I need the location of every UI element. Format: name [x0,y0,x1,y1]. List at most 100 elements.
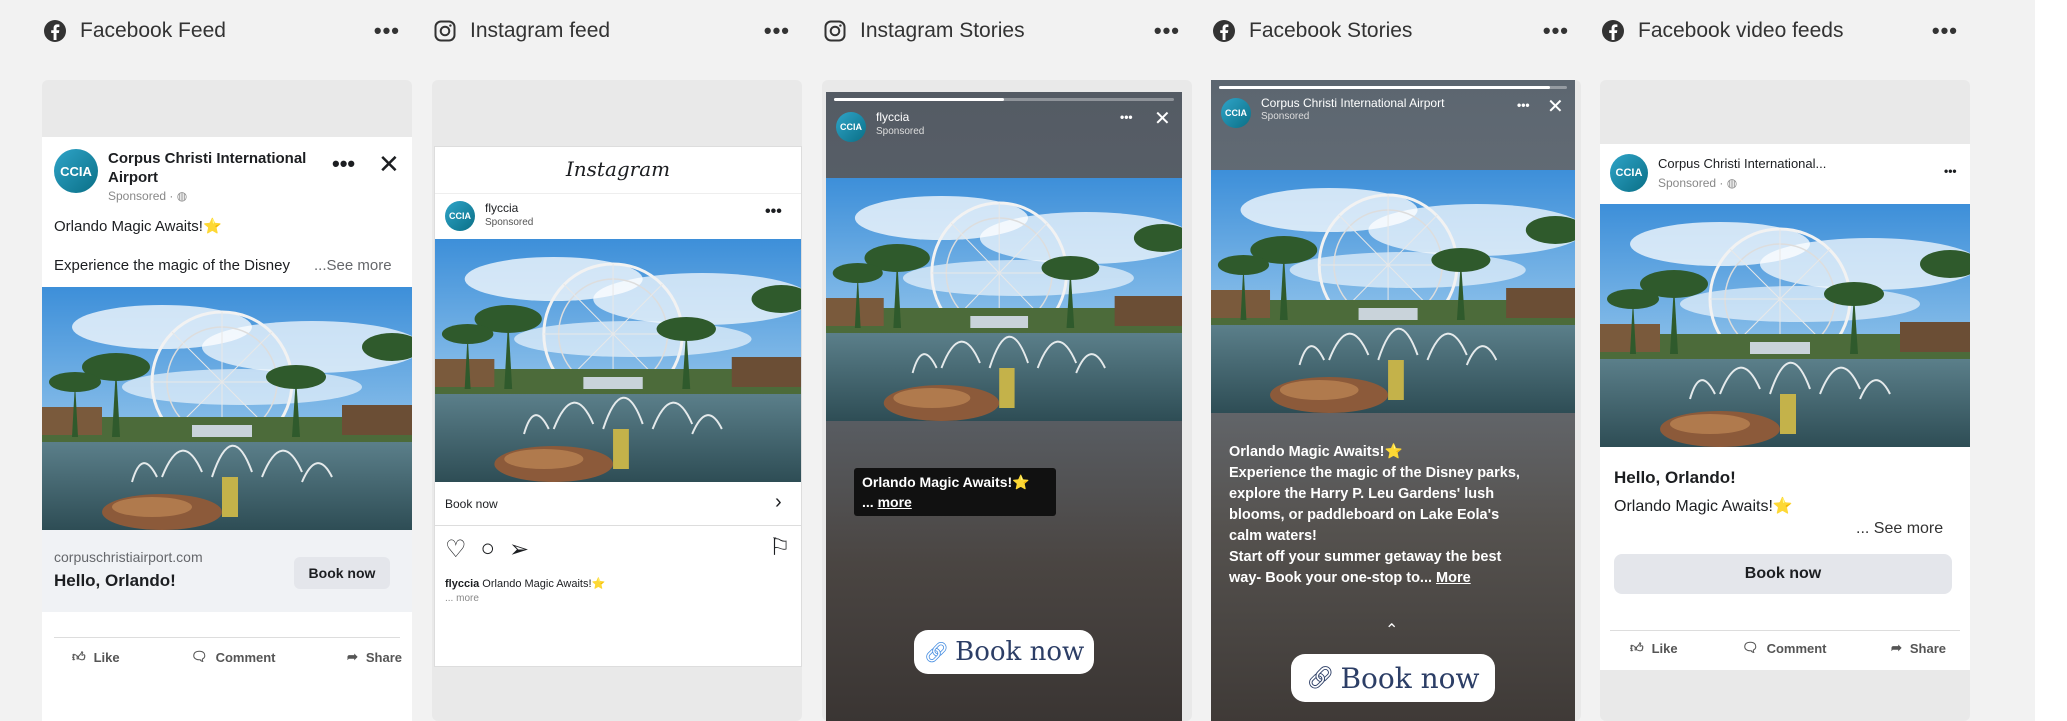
post-headline: Orlando Magic Awaits!⭐ [1614,498,1793,515]
ad-image[interactable] [435,239,801,482]
chevron-right-icon[interactable]: › [775,491,782,514]
column-more-button[interactable]: ••• [1154,18,1180,44]
sponsored-label: Sponsored · ◍ [108,189,188,203]
preview-canvas: CCIA Corpus Christi International Airpor… [1211,80,1581,721]
caption-line: Experience the magic of the Disney parks… [1229,465,1520,481]
book-now-button[interactable]: Book now [294,557,390,589]
instagram-icon [432,18,458,44]
sponsored-label: Sponsored [1261,111,1310,122]
divider [435,193,801,194]
instagram-icon [822,18,848,44]
facebook-story: CCIA Corpus Christi International Airpor… [1211,80,1575,721]
ferris-wheel-photo [1211,170,1575,413]
bookmark-icon[interactable]: ⚐ [769,533,791,562]
caption-more-link[interactable]: ... more [445,593,479,604]
comment-icon: 🗨︎ [191,649,208,664]
book-now-button[interactable]: 🔗︎ Book now [914,630,1094,674]
brand-avatar: CCIA [1610,154,1648,192]
close-icon[interactable]: ✕ [1154,106,1171,131]
post-more-button[interactable]: ••• [1944,164,1957,178]
caption-line: way- Book your one-stop to... More [1229,570,1471,586]
link-domain: corpuschristiairport.com [54,549,203,565]
like-icon: 👍︎ [72,649,86,664]
comment-icon[interactable]: ○ [481,535,496,564]
cta-label[interactable]: Book now [445,497,498,511]
caption-more-link[interactable]: More [1436,570,1471,586]
see-more-link[interactable]: ... See more [1856,520,1943,538]
post-body: Experience the magic of the Disney [54,257,290,274]
instagram-wordmark: Instagram [565,157,671,181]
comment-button[interactable]: 🗨︎ Comment [1742,640,1826,656]
column-title: Facebook video feeds [1638,19,1844,42]
brand-avatar: CCIA [836,112,866,142]
ad-image[interactable] [1211,170,1575,413]
brand-name[interactable]: Corpus Christi International Airport [108,149,328,187]
brand-avatar: CCIA [54,149,98,193]
ad-image[interactable] [42,287,412,530]
preview-canvas: CCIA flyccia Sponsored ••• ✕ Orlando Mag… [822,80,1192,721]
caption-line: Start off your summer getaway the best [1229,549,1502,565]
post-actions: ♡ ○ ➢ [445,535,529,564]
column-header: Instagram Stories ••• [814,0,1192,62]
caption-more-link[interactable]: more [878,494,912,510]
like-button[interactable]: 👍︎ Like [1630,640,1678,656]
caption-headline: Orlando Magic Awaits!⭐ [1229,444,1403,460]
column-title: Instagram feed [470,19,611,42]
story-caption: Orlando Magic Awaits!⭐ Experience the ma… [1229,442,1569,589]
story-progress [834,98,1174,101]
instagram-story: CCIA flyccia Sponsored ••• ✕ Orlando Mag… [826,92,1182,721]
brand-handle[interactable]: flyccia [876,110,909,124]
brand-handle[interactable]: flyccia [485,201,518,215]
divider [435,525,801,526]
column-facebook-stories: Facebook Stories ••• CCIA Corpus Christi… [1203,0,1581,721]
brand-name[interactable]: Corpus Christi International Airport [1261,96,1444,110]
link-title: Hello, Orlando! [54,571,176,590]
share-button[interactable]: ➦ Share [1891,640,1946,656]
column-instagram-stories: Instagram Stories ••• CCIA flyccia Spons… [814,0,1192,721]
brand-avatar: CCIA [1221,98,1251,128]
column-title: Facebook Stories [1249,19,1413,42]
ad-image[interactable] [1600,204,1970,447]
ferris-wheel-photo [435,239,801,482]
facebook-feed-post: CCIA Corpus Christi International Airpor… [42,137,412,721]
ad-preview-board: Facebook Feed ••• CCIA Corpus Christi In… [0,0,2067,721]
caption-line: Orlando Magic Awaits!⭐ [862,474,1030,490]
column-more-button[interactable]: ••• [1932,18,1958,44]
column-header: Facebook Feed ••• [34,0,412,62]
share-icon: ➦ [346,649,358,664]
post-more-button[interactable]: ••• [332,151,355,177]
column-title: Facebook Feed [80,19,226,42]
book-now-button[interactable]: 🔗︎ Book now [1291,654,1495,702]
column-more-button[interactable]: ••• [764,18,790,44]
brand-name[interactable]: Corpus Christi International... [1658,156,1826,171]
link-icon: 🔗︎ [1306,665,1335,691]
column-header: Instagram feed ••• [424,0,802,62]
column-facebook-video-feeds: Facebook video feeds ••• CCIA Corpus Chr… [1592,0,1970,721]
column-more-button[interactable]: ••• [374,18,400,44]
caption-line: explore the Harry P. Leu Gardens' lush [1229,486,1495,502]
close-icon[interactable]: ✕ [1547,94,1564,119]
like-button[interactable]: 👍︎ Like [72,649,120,665]
book-now-button[interactable]: Book now [1614,554,1952,594]
brand-avatar: CCIA [445,201,475,231]
story-more-button[interactable]: ••• [1120,110,1133,124]
post-more-button[interactable]: ••• [765,203,782,221]
chevron-up-icon[interactable]: ⌃ [1385,620,1398,640]
column-header: Facebook Stories ••• [1203,0,1581,62]
send-icon[interactable]: ➢ [509,535,529,564]
story-more-button[interactable]: ••• [1517,98,1530,112]
column-more-button[interactable]: ••• [1543,18,1569,44]
preview-canvas: CCIA Corpus Christi International Airpor… [42,80,412,721]
sponsored-label: Sponsored · ◍ [1658,176,1738,190]
close-icon[interactable]: ✕ [378,149,400,180]
column-instagram-feed: Instagram feed ••• Instagram CCIA flycci… [424,0,802,721]
ad-image[interactable] [826,178,1182,421]
facebook-icon [1600,18,1626,44]
see-more-link[interactable]: ...See more [314,257,392,274]
share-button[interactable]: ➦ Share [347,649,402,665]
comment-button[interactable]: 🗨︎ Comment [191,649,275,665]
heart-icon[interactable]: ♡ [445,535,467,564]
link-icon: 🔗︎ [923,640,950,664]
instagram-feed-post: Instagram CCIA flyccia Sponsored ••• Boo… [434,146,802,667]
ferris-wheel-photo [1600,204,1970,447]
